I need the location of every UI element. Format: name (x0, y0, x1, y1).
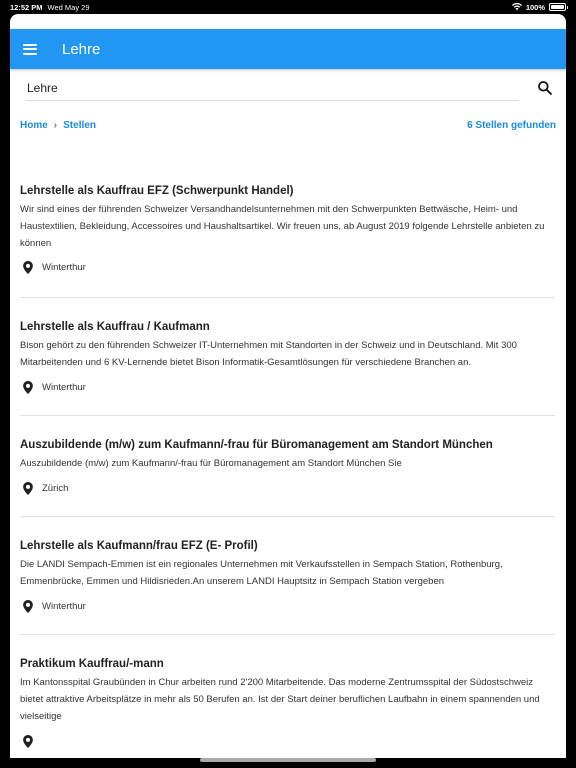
job-card[interactable]: Auszubildende (m/w) zum Kaufmann/-frau f… (20, 416, 555, 517)
location-pin-icon (23, 735, 33, 748)
result-count: 6 Stellen gefunden (467, 120, 556, 131)
breadcrumb-current[interactable]: Stellen (63, 120, 96, 131)
status-time: 12:52 PM (10, 2, 43, 12)
search-input[interactable] (26, 76, 519, 101)
job-card[interactable]: Praktikum Kauffrau/-mann Im Kantonsspita… (20, 635, 555, 758)
menu-icon[interactable] (23, 43, 37, 55)
job-card[interactable]: Lehrstelle als Kauffrau EFZ (Schwerpunkt… (20, 184, 555, 298)
app-bar: Lehre (10, 29, 566, 69)
job-location: Winterthur (20, 381, 555, 394)
job-location-text: Zürich (42, 483, 69, 494)
job-card[interactable]: Lehrstelle als Kauffrau / Kaufmann Bison… (20, 298, 555, 416)
job-description: Bison gehört zu den führenden Schweizer … (20, 340, 517, 368)
job-location-text: Winterthur (42, 382, 86, 393)
job-location: Zürich (20, 482, 555, 495)
location-pin-icon (23, 261, 33, 274)
job-description: Im Kantonsspital Graubünden in Chur arbe… (20, 677, 540, 722)
job-location: Winterthur (20, 600, 555, 613)
breadcrumb-home[interactable]: Home (20, 120, 48, 131)
app-title: Lehre (62, 40, 101, 58)
breadcrumb: Home › Stellen (20, 120, 96, 131)
battery-percent: 100% (525, 2, 545, 12)
job-list: Lehrstelle als Kauffrau EFZ (Schwerpunkt… (20, 184, 555, 758)
app-screen: Lehre Home › Stellen 6 Stellen gefunden … (10, 14, 566, 758)
search-icon[interactable] (537, 80, 553, 96)
job-location (20, 735, 555, 748)
status-date: Wed May 29 (47, 2, 90, 12)
wifi-icon (511, 3, 522, 11)
search-row (26, 76, 556, 102)
location-pin-icon (23, 482, 33, 495)
job-title: Lehrstelle als Kaufmann/frau EFZ (E- Pro… (20, 540, 258, 552)
status-bar: 12:52 PM Wed May 29 100% (0, 0, 576, 14)
home-indicator[interactable] (200, 758, 376, 762)
location-pin-icon (23, 381, 33, 394)
job-location-text: Winterthur (42, 262, 86, 273)
job-title: Lehrstelle als Kauffrau EFZ (Schwerpunkt… (20, 185, 294, 197)
battery-icon (549, 3, 568, 11)
job-title: Auszubildende (m/w) zum Kaufmann/-frau f… (20, 439, 493, 451)
job-title: Praktikum Kauffrau/-mann (20, 658, 164, 670)
job-description: Auszubildende (m/w) zum Kaufmann/-frau f… (20, 458, 402, 469)
job-title: Lehrstelle als Kauffrau / Kaufmann (20, 321, 210, 333)
job-description: Wir sind eines der führenden Schweizer V… (20, 204, 545, 249)
job-card[interactable]: Lehrstelle als Kaufmann/frau EFZ (E- Pro… (20, 517, 555, 635)
job-description: Die LANDI Sempach-Emmen ist ein regional… (20, 559, 503, 587)
job-location-text: Winterthur (42, 601, 86, 612)
location-pin-icon (23, 600, 33, 613)
job-location: Winterthur (20, 261, 555, 274)
chevron-right-icon: › (53, 120, 58, 131)
